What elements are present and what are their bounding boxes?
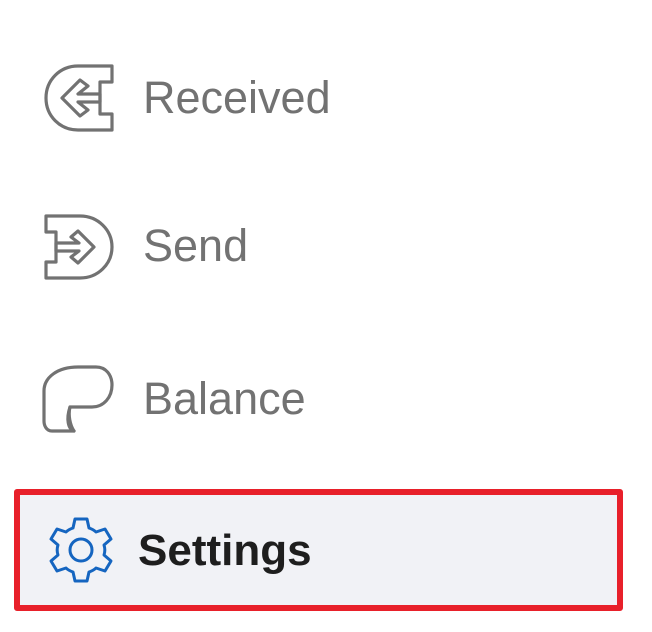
gear-icon	[49, 517, 113, 583]
send-arrow-icon	[44, 214, 114, 280]
nav-item-settings[interactable]: Settings	[14, 489, 623, 611]
nav-item-label: Received	[143, 72, 331, 123]
nav-item-label: Send	[143, 220, 249, 271]
nav-item-received[interactable]: Received	[0, 62, 652, 134]
nav-item-send[interactable]: Send	[0, 212, 652, 282]
nav-item-label: Settings	[138, 526, 312, 575]
received-arrow-icon	[44, 64, 114, 132]
sidebar-nav: Received Send Balance Settings	[0, 0, 652, 632]
nav-item-balance[interactable]: Balance	[0, 363, 652, 435]
balance-scroll-icon	[42, 365, 114, 433]
nav-item-label: Balance	[143, 373, 306, 424]
